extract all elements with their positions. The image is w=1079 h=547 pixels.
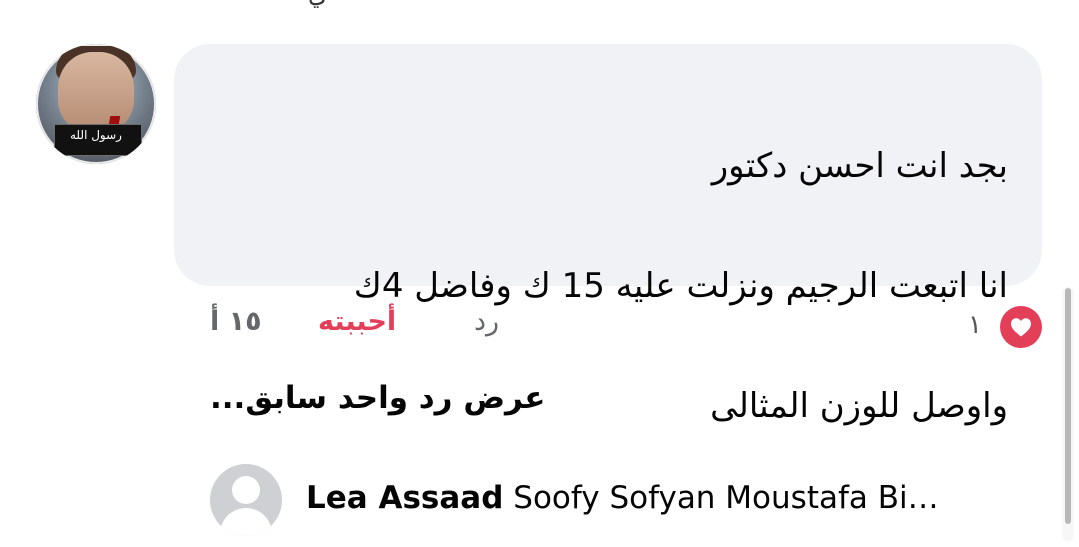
comment-time: ١٥ أ xyxy=(210,306,262,337)
reply-button[interactable]: رد xyxy=(474,306,499,337)
reply-preview[interactable]: Lea Assaad Soofy Sofyan Moustafa Bi… xyxy=(306,475,1030,521)
avatar-banner-text: رسول الله xyxy=(70,128,122,142)
commenter-avatar[interactable]: رسول الله xyxy=(36,44,156,164)
avatar-face xyxy=(58,52,134,132)
reply-author[interactable]: Lea Assaad xyxy=(306,480,503,516)
reply-snippet: Soofy Sofyan Moustafa Bi… xyxy=(503,480,939,516)
previous-comment-fragment: ي xyxy=(308,0,327,8)
view-previous-replies-link[interactable]: عرض رد واحد سابق... xyxy=(210,380,545,416)
reaction-badge[interactable] xyxy=(998,304,1044,350)
scrollbar-thumb[interactable] xyxy=(1065,288,1071,524)
avatar-head xyxy=(232,476,260,504)
reaction-count: ١ xyxy=(968,310,982,340)
comment-line-1: بجد انت احسن دكتور xyxy=(711,146,1008,186)
comment-line-3: واوصل للوزن المثالى xyxy=(710,386,1008,426)
reply-avatar[interactable] xyxy=(210,464,282,536)
heart-icon xyxy=(1011,318,1031,337)
comment-bubble[interactable]: بجد انت احسن دكتور انا اتبعت الرجيم ونزل… xyxy=(174,44,1042,426)
avatar-body xyxy=(220,508,272,536)
like-button[interactable]: أحببته xyxy=(318,306,396,337)
heart-circle xyxy=(1000,306,1042,348)
comment-line-2: انا اتبعت الرجيم ونزلت عليه 15 ك وفاضل 4… xyxy=(353,266,1008,306)
